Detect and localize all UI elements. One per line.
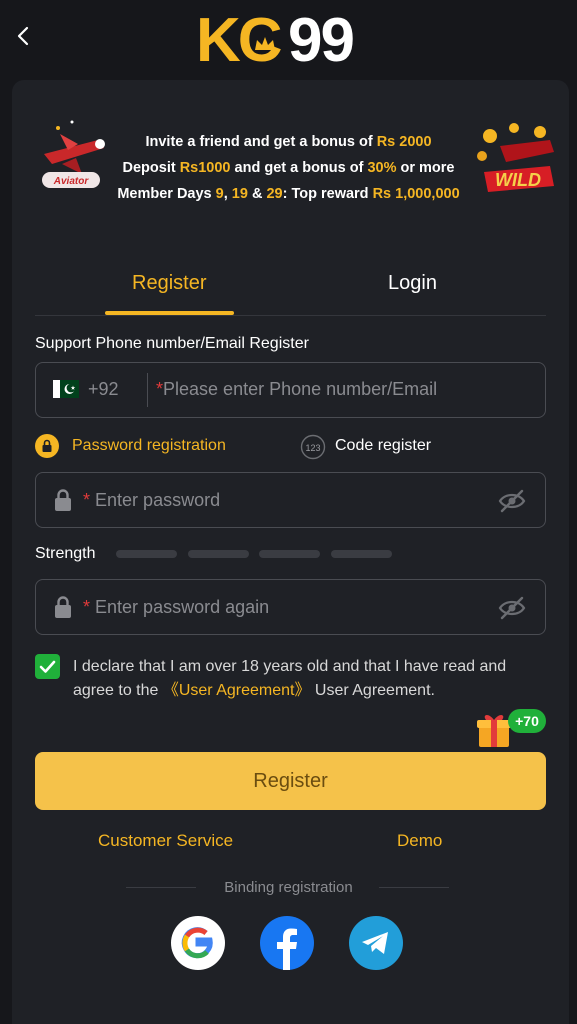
lock-badge-icon[interactable] [35, 434, 59, 458]
promo-text: Deposit [122, 160, 180, 176]
telegram-login-button[interactable] [349, 916, 403, 970]
active-tab-indicator [105, 311, 234, 315]
phone-placeholder: *Please enter Phone number/Email [156, 379, 437, 400]
password-placeholder: * Enter password [83, 490, 220, 511]
required-asterisk: * [156, 379, 164, 399]
gift-icon [477, 715, 511, 747]
promo-text: or more [396, 160, 455, 176]
password-placeholder-text: Enter password [95, 490, 221, 510]
promo-text: : Top reward [282, 186, 373, 202]
strength-label: Strength [35, 545, 96, 562]
promo-text: , [223, 186, 232, 202]
promo-highlight: 29 [266, 186, 283, 202]
promo-banner: Invite a friend and get a bonus of Rs 20… [0, 38, 577, 202]
promo-highlight: 19 [231, 186, 248, 202]
promo-highlight: Rs 1,000,000 [372, 186, 460, 202]
strength-bar [116, 550, 177, 558]
promo-line-member-days: Member Days 9, 19 & 29: Top reward Rs 1,… [0, 186, 577, 202]
register-button[interactable]: Register [35, 752, 546, 810]
country-code[interactable]: +92 [88, 379, 119, 400]
auth-tabs: Register Login [35, 262, 546, 316]
promo-highlight: Rs 2000 [376, 134, 432, 150]
promo-text: Invite a friend and get a bonus of [145, 134, 377, 150]
code-icon-text: 123 [305, 443, 320, 453]
required-asterisk: * [83, 490, 91, 510]
field-divider [147, 373, 148, 407]
customer-service-link[interactable]: Customer Service [98, 831, 233, 851]
confirm-password-placeholder: * Enter password again [83, 597, 269, 618]
google-login-button[interactable] [171, 916, 225, 970]
required-asterisk: * [83, 597, 91, 617]
password-field[interactable]: * Enter password [35, 472, 546, 528]
promo-highlight: Rs1000 [179, 160, 231, 176]
user-agreement-link[interactable]: 《User Agreement》 [163, 682, 311, 699]
lock-icon [55, 596, 71, 618]
support-label: Support Phone number/Email Register [35, 335, 309, 352]
code-123-icon[interactable]: 123 [300, 434, 326, 460]
strength-bar [259, 550, 320, 558]
binding-registration-label: Binding registration [224, 879, 353, 896]
confirm-placeholder-text: Enter password again [95, 597, 270, 617]
promo-text: Member Days [117, 186, 216, 202]
pakistan-flag-icon[interactable] [53, 380, 79, 398]
phone-placeholder-text: Please enter Phone number/Email [163, 379, 438, 399]
checkmark-icon [39, 660, 56, 673]
tab-register[interactable]: Register [132, 272, 206, 295]
password-registration-option[interactable]: Password registration [72, 437, 226, 455]
tab-login[interactable]: Login [388, 272, 437, 295]
promo-line-deposit: Deposit Rs1000 and get a bonus of 30% or… [0, 160, 577, 176]
declaration-text: User Agreement. [310, 682, 435, 699]
google-icon [181, 927, 213, 959]
facebook-login-button[interactable] [260, 916, 314, 970]
agree-checkbox[interactable] [35, 654, 60, 679]
demo-link[interactable]: Demo [397, 831, 442, 851]
bonus-badge: +70 [508, 709, 546, 733]
promo-highlight: 30% [367, 160, 397, 176]
promo-line-invite: Invite a friend and get a bonus of Rs 20… [0, 134, 577, 150]
promo-highlight: 9 [215, 186, 224, 202]
phone-email-field[interactable]: +92 *Please enter Phone number/Email [35, 362, 546, 418]
strength-bar [188, 550, 249, 558]
confirm-password-field[interactable]: * Enter password again [35, 579, 546, 635]
age-declaration: I declare that I am over 18 years old an… [73, 655, 533, 703]
facebook-icon [277, 928, 297, 970]
divider-line [379, 887, 449, 888]
promo-text: & [247, 186, 267, 202]
telegram-icon [362, 932, 388, 954]
strength-bar [331, 550, 392, 558]
promo-text: and get a bonus of [230, 160, 368, 176]
lock-icon [55, 489, 71, 511]
code-register-option[interactable]: Code register [335, 437, 431, 455]
eye-off-icon[interactable] [498, 595, 526, 621]
eye-off-icon[interactable] [498, 488, 526, 514]
